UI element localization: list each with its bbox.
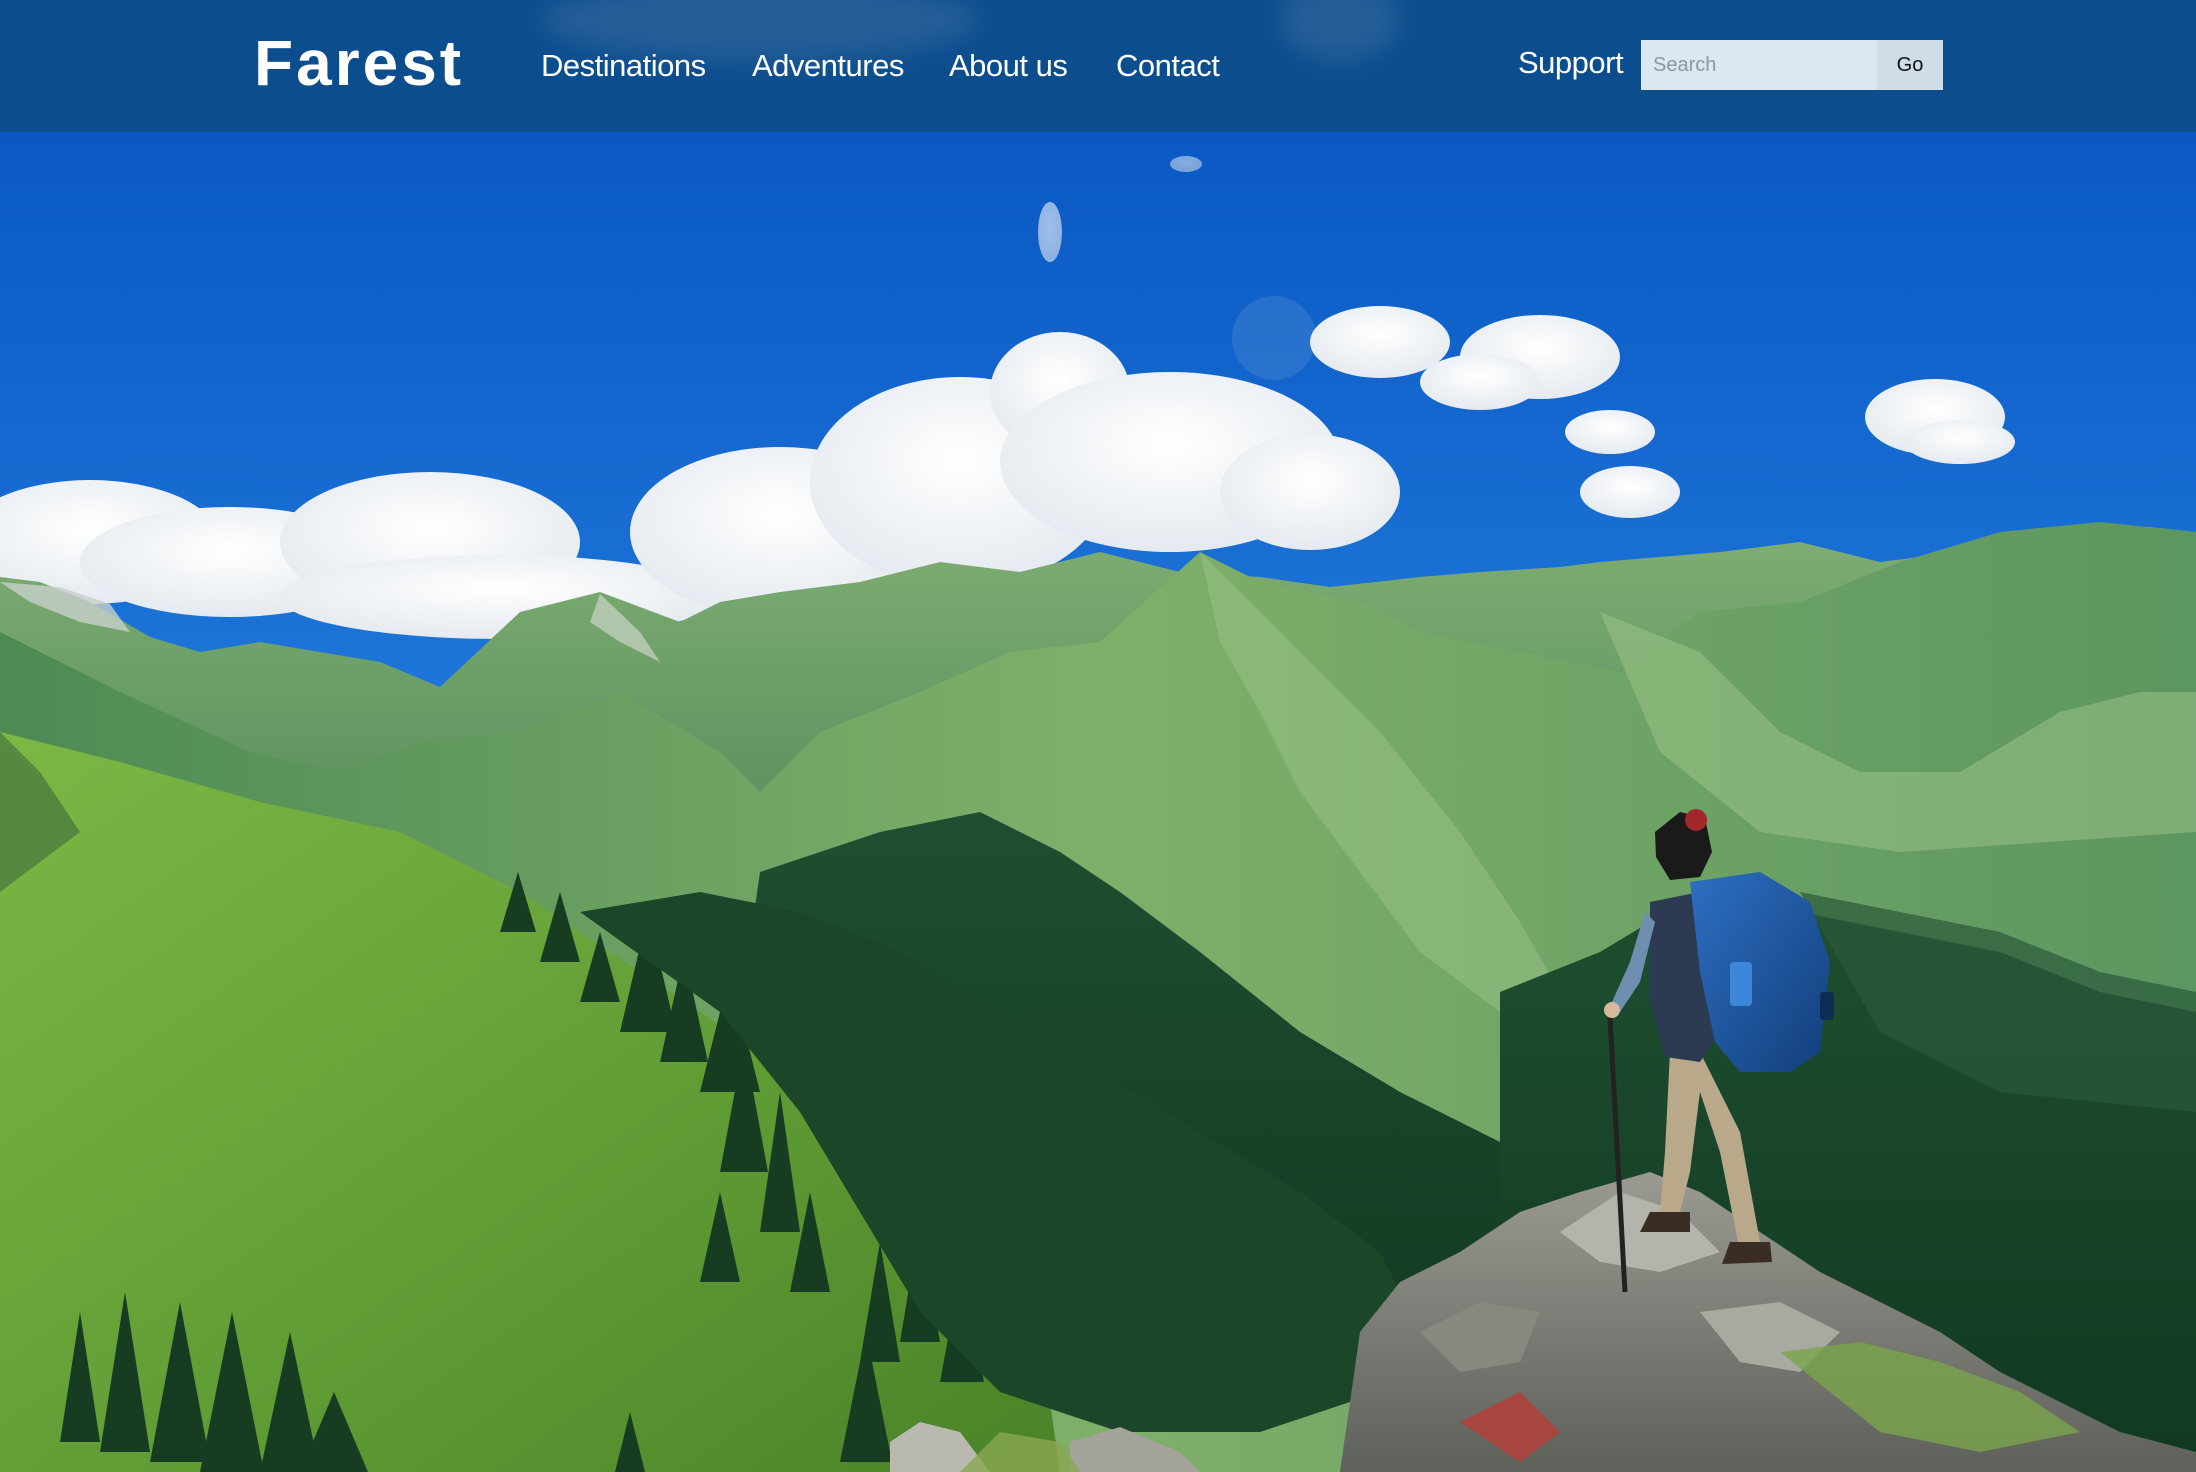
hero-landscape-illustration — [0, 132, 2196, 1472]
nav-link-destinations[interactable]: Destinations — [541, 44, 706, 88]
search-form: Go — [1641, 40, 1943, 90]
site-logo[interactable]: Farest — [254, 26, 464, 100]
cloud-haze — [1280, 0, 1400, 60]
top-navigation-bar: Farest Destinations Adventures About us … — [0, 0, 2196, 132]
nav-link-contact[interactable]: Contact — [1116, 44, 1220, 88]
support-link[interactable]: Support — [1518, 41, 1624, 85]
hero-image — [0, 132, 2196, 1472]
nav-link-adventures[interactable]: Adventures — [752, 44, 904, 88]
nav-link-about-us[interactable]: About us — [949, 44, 1068, 88]
search-go-button[interactable]: Go — [1877, 40, 1943, 90]
search-input[interactable] — [1641, 40, 1877, 90]
